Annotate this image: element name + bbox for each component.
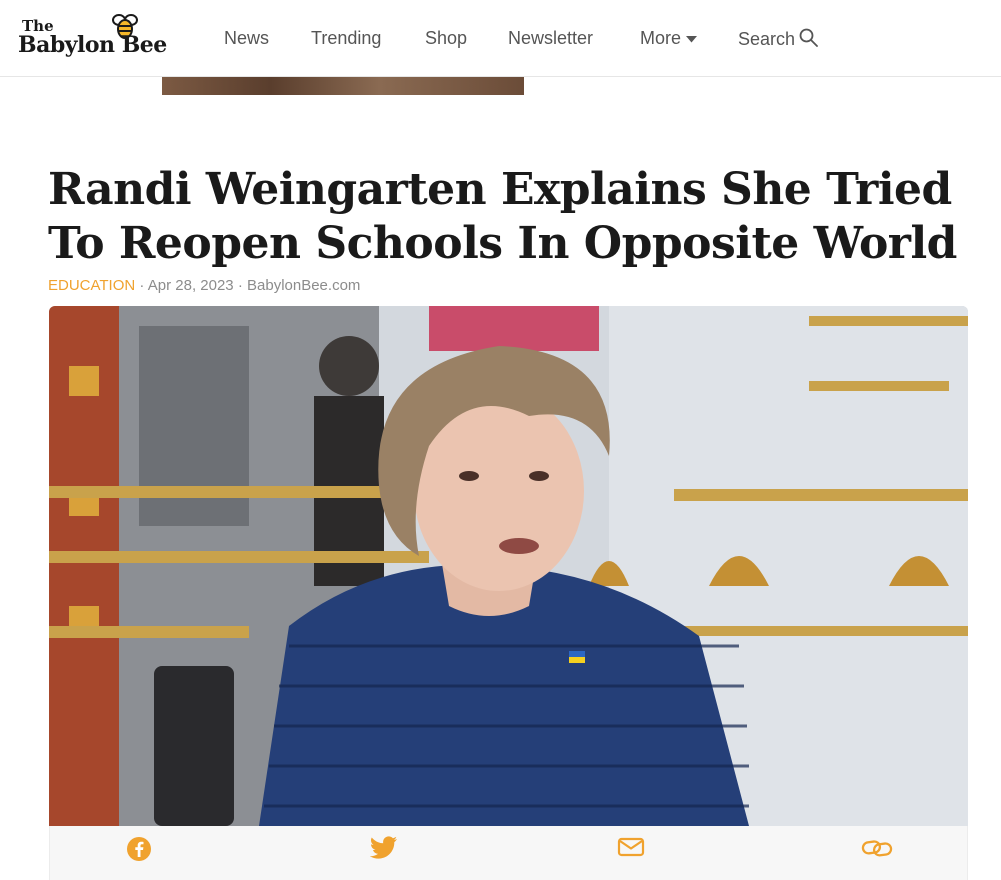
nav-item-trending[interactable]: Trending: [311, 28, 381, 49]
share-bar: [49, 826, 968, 880]
article-source: BabylonBee.com: [247, 277, 361, 294]
caret-down-icon: [686, 35, 698, 43]
nav-item-more[interactable]: More: [640, 28, 698, 49]
site-header: The Babylon Bee News Trending Shop Newsl…: [0, 0, 1001, 77]
previous-content-image: [162, 77, 524, 95]
nav-search-label: Search: [738, 29, 796, 49]
share-link-button[interactable]: [861, 836, 893, 862]
email-icon: [617, 837, 645, 857]
article-hero-image: [49, 306, 968, 826]
share-email-button[interactable]: [617, 836, 647, 862]
facebook-icon: [127, 837, 151, 861]
nav-more-label: More: [640, 28, 682, 48]
nav-item-shop[interactable]: Shop: [425, 28, 467, 49]
site-logo[interactable]: The Babylon Bee: [18, 12, 188, 64]
link-icon: [861, 840, 893, 857]
search-icon: [799, 28, 818, 47]
article-category-link[interactable]: EDUCATION: [48, 277, 135, 294]
nav-item-news[interactable]: News: [224, 28, 269, 49]
meta-separator: ·: [237, 277, 243, 294]
share-twitter-button[interactable]: [369, 836, 400, 862]
article-title: Randi Weingarten Explains She Tried To R…: [48, 164, 957, 269]
logo-name-text: Babylon Bee: [18, 32, 167, 58]
article-meta: EDUCATION · Apr 28, 2023 · BabylonBee.co…: [48, 277, 360, 294]
share-facebook-button[interactable]: [126, 836, 156, 862]
hero-illustration: [49, 306, 968, 826]
twitter-icon: [369, 836, 397, 859]
nav-item-newsletter[interactable]: Newsletter: [508, 28, 593, 49]
article-date: Apr 28, 2023: [147, 277, 234, 294]
nav-item-search[interactable]: Search: [738, 28, 818, 50]
meta-separator: ·: [139, 277, 145, 294]
